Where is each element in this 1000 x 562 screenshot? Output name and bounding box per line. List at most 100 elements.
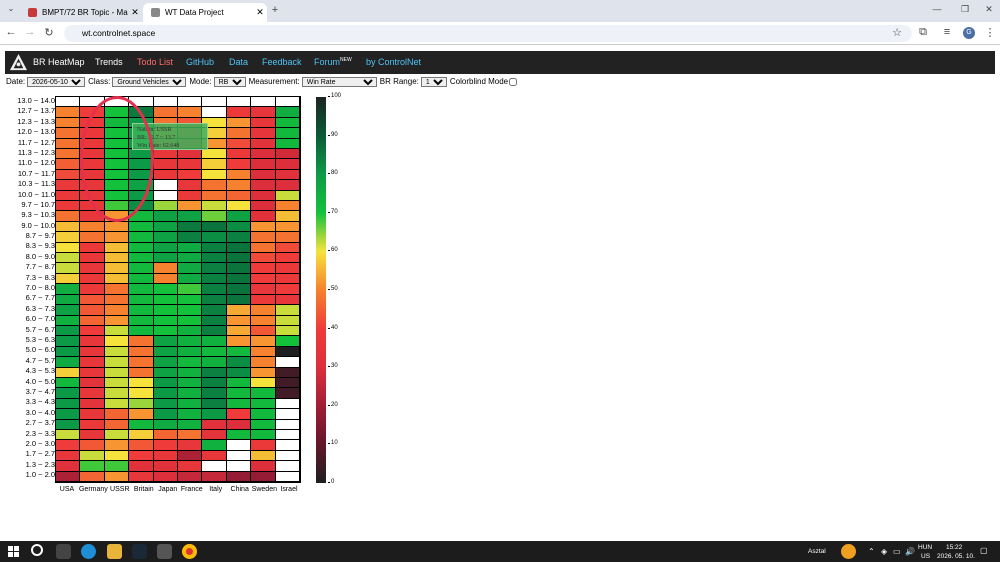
heatmap-cell[interactable]	[251, 440, 276, 451]
heatmap-cell[interactable]	[56, 461, 81, 472]
heatmap-cell[interactable]	[56, 357, 81, 368]
heatmap-cell[interactable]	[251, 232, 276, 243]
tab-wt-data[interactable]: WT Data Project ✕	[143, 3, 267, 22]
heatmap-cell[interactable]	[177, 315, 203, 326]
heatmap-cell[interactable]	[275, 190, 300, 202]
heatmap-cell[interactable]	[177, 180, 203, 191]
heatmap-cell[interactable]	[80, 263, 105, 274]
heatmap-cell[interactable]	[177, 388, 203, 399]
heatmap-cell[interactable]	[177, 367, 203, 378]
heatmap-cell[interactable]	[104, 232, 130, 243]
heatmap-cell[interactable]	[104, 201, 130, 212]
heatmap-cell[interactable]	[104, 128, 130, 139]
heatmap-cell[interactable]	[202, 398, 227, 410]
heatmap-cell[interactable]	[80, 461, 105, 472]
forward-icon[interactable]: →	[23, 26, 37, 38]
heatmap-cell[interactable]	[56, 336, 81, 347]
heatmap-cell[interactable]	[104, 377, 130, 389]
heatmap-cell[interactable]	[275, 450, 300, 462]
heatmap-cell[interactable]	[104, 429, 130, 441]
nav-by-controlnet[interactable]: by ControlNet	[366, 57, 421, 67]
heatmap-cell[interactable]	[56, 211, 81, 222]
heatmap-cell[interactable]	[104, 398, 130, 410]
battery-icon[interactable]: ▭	[893, 547, 901, 556]
app-icon[interactable]	[157, 544, 172, 559]
nav-brand[interactable]: BR HeatMap	[33, 57, 85, 67]
heatmap-cell[interactable]	[80, 242, 105, 254]
restore-icon[interactable]: ❐	[958, 4, 972, 15]
heatmap-cell[interactable]	[129, 273, 154, 285]
nav-feedback[interactable]: Feedback	[262, 57, 302, 67]
heatmap-cell[interactable]	[202, 253, 227, 264]
heatmap-cell[interactable]	[275, 232, 300, 243]
heatmap-cell[interactable]	[275, 377, 300, 389]
heatmap-cell[interactable]	[251, 315, 276, 326]
heatmap-cell[interactable]	[56, 346, 81, 358]
heatmap-cell[interactable]	[56, 450, 81, 462]
heatmap-cell[interactable]	[275, 284, 300, 295]
heatmap-cell[interactable]	[129, 377, 154, 389]
heatmap-cell[interactable]	[80, 128, 105, 139]
heatmap-cell[interactable]	[80, 429, 105, 441]
heatmap-cell[interactable]	[275, 367, 300, 378]
heatmap-cell[interactable]	[104, 388, 130, 399]
nav-todo-list[interactable]: Todo List	[137, 57, 173, 67]
heatmap-cell[interactable]	[56, 315, 81, 326]
heatmap-cell[interactable]	[56, 190, 81, 202]
lang-indicator[interactable]: HUN	[918, 544, 932, 551]
heatmap-cell[interactable]	[202, 273, 227, 285]
heatmap-cell[interactable]	[56, 263, 81, 274]
heatmap-cell[interactable]	[80, 180, 105, 191]
heatmap-cell[interactable]	[153, 325, 178, 337]
heatmap-cell[interactable]	[129, 357, 154, 368]
heatmap-cell[interactable]	[251, 201, 276, 212]
heatmap-cell[interactable]	[177, 461, 203, 472]
heatmap-cell[interactable]	[177, 169, 203, 181]
heatmap-cell[interactable]	[275, 461, 300, 472]
heatmap-cell[interactable]	[153, 273, 178, 285]
heatmap-cell[interactable]	[80, 190, 105, 202]
heatmap-cell[interactable]	[129, 190, 154, 202]
heatmap-cell[interactable]	[56, 128, 81, 139]
heatmap-cell[interactable]	[177, 377, 203, 389]
heatmap-cell[interactable]	[226, 263, 252, 274]
heatmap-cell[interactable]	[104, 325, 130, 337]
windows-start-icon[interactable]	[8, 546, 19, 557]
heatmap-cell[interactable]	[251, 336, 276, 347]
heatmap-cell[interactable]	[129, 388, 154, 399]
media-icon[interactable]: ≡	[940, 26, 954, 38]
heatmap-cell[interactable]	[226, 450, 252, 462]
heatmap-cell[interactable]	[275, 242, 300, 254]
heatmap-cell[interactable]	[202, 419, 227, 430]
heatmap-cell[interactable]	[56, 159, 81, 170]
heatmap-cell[interactable]	[251, 357, 276, 368]
heatmap-cell[interactable]	[202, 471, 227, 482]
search-icon[interactable]	[31, 544, 43, 556]
heatmap-cell[interactable]	[275, 357, 300, 368]
heatmap-cell[interactable]	[104, 117, 130, 129]
heatmap-cell[interactable]	[129, 221, 154, 233]
heatmap-cell[interactable]	[226, 346, 252, 358]
heatmap-cell[interactable]	[226, 107, 252, 118]
heatmap-cell[interactable]	[80, 97, 105, 108]
heatmap-cell[interactable]	[129, 429, 154, 441]
heatmap-cell[interactable]	[275, 336, 300, 347]
measurement-select[interactable]: Win Rate	[301, 76, 377, 87]
heatmap-cell[interactable]	[56, 253, 81, 264]
heatmap-cell[interactable]	[80, 117, 105, 129]
heatmap-cell[interactable]	[104, 294, 130, 306]
heatmap-cell[interactable]	[80, 336, 105, 347]
heatmap-cell[interactable]	[202, 367, 227, 378]
window-close-icon[interactable]: ✕	[982, 4, 996, 15]
notification-icon[interactable]: ▢	[980, 546, 988, 555]
heatmap-cell[interactable]	[153, 159, 178, 170]
heatmap-cell[interactable]	[275, 471, 300, 482]
heatmap-cell[interactable]	[153, 315, 178, 326]
heatmap-cell[interactable]	[129, 253, 154, 264]
heatmap-cell[interactable]	[104, 305, 130, 316]
heatmap-cell[interactable]	[226, 377, 252, 389]
heatmap-cell[interactable]	[129, 450, 154, 462]
heatmap-cell[interactable]	[80, 398, 105, 410]
chevron-up-icon[interactable]: ⌃	[868, 547, 875, 556]
heatmap-cell[interactable]	[177, 221, 203, 233]
